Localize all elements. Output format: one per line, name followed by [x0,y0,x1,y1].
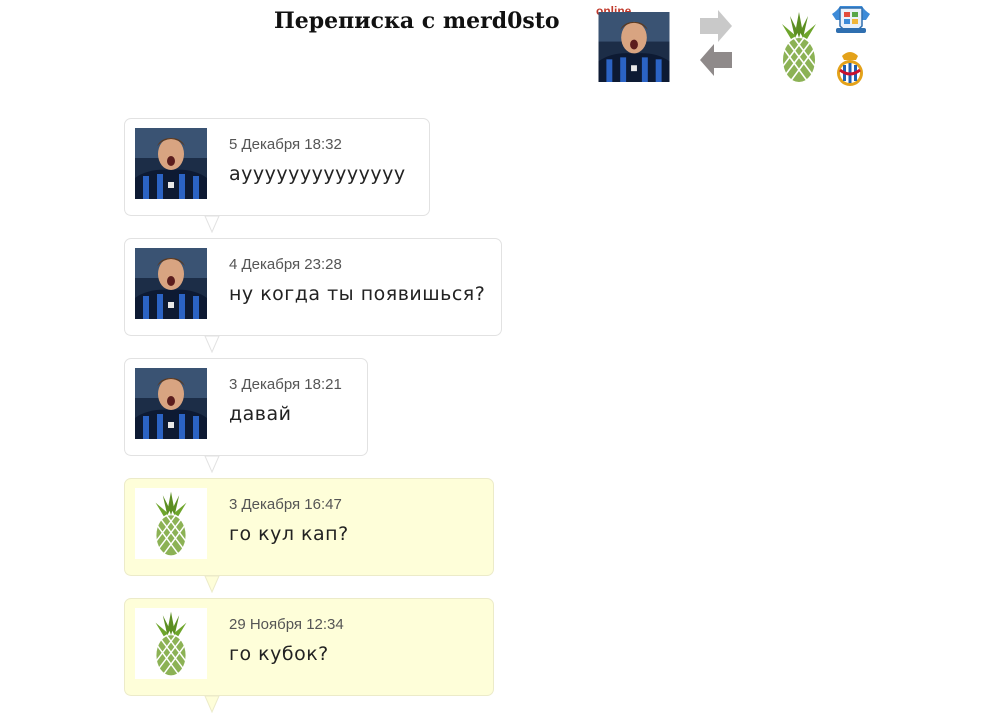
bubble-tail [204,696,220,713]
message-date: 3 Декабря 18:21 [229,376,342,393]
bubble-tail [204,336,220,353]
message-date: 4 Декабря 23:28 [229,256,342,273]
footballer-avatar-icon[interactable] [135,248,207,319]
message-text: ну когда ты появишься? [229,283,486,305]
footballer-avatar-icon[interactable] [135,128,207,199]
bubble-tail [204,456,220,473]
message-text: давай [229,403,292,425]
footballer-avatar-icon[interactable] [598,12,670,82]
arrow-left-icon[interactable] [698,44,734,76]
shield-badge-icon[interactable] [830,4,872,40]
message-text: го кубок? [229,643,329,665]
bubble-tail [204,216,220,233]
message-item: 4 Декабря 23:28 ну когда ты появишься? [124,238,502,353]
arrow-right-icon[interactable] [698,10,734,42]
pineapple-icon[interactable] [135,488,207,559]
message-date: 29 Ноября 12:34 [229,616,344,633]
message-item: 3 Декабря 18:21 давай [124,358,368,473]
bubble-tail [204,576,220,593]
pineapple-icon[interactable] [135,608,207,679]
message-item: 29 Ноября 12:34 го кубок? [124,598,494,713]
message-text: го кул кап? [229,523,349,545]
message-text: ауууууууууууууу [229,163,406,185]
footballer-avatar-icon[interactable] [135,368,207,439]
pineapple-icon[interactable] [778,10,820,84]
page-title: Переписка с merd0sto [274,8,560,34]
conversation-header: Переписка с merd0sto online [0,0,1000,100]
message-date: 5 Декабря 18:32 [229,136,342,153]
message-date: 3 Декабря 16:47 [229,496,342,513]
message-thread: 5 Декабря 18:32 ауууууууууууууу 4 Декабр… [124,118,524,718]
message-item: 3 Декабря 16:47 го кул кап? [124,478,494,593]
espanyol-crest-icon[interactable] [834,48,866,88]
message-item: 5 Декабря 18:32 ауууууууууууууу [124,118,430,233]
